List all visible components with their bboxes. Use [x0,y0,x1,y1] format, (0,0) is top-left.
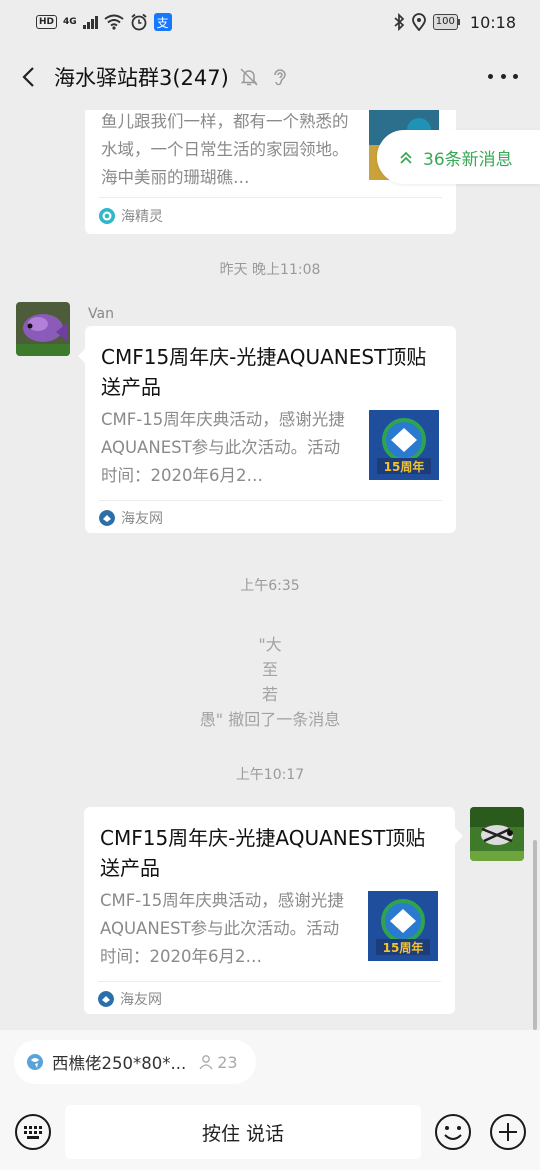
card-divider [99,197,442,198]
input-bar: 按住 说话 [0,1092,540,1170]
card-title: CMF15周年庆-光捷AQUANEST顶贴送产品 [100,826,426,880]
double-chevron-up-icon [400,151,412,164]
quote-bar: 西樵佬250*80*... 23 [0,1030,540,1092]
recall-line: 愚" 撤回了一条消息 [199,710,341,729]
timestamp: 上午10:17 [235,767,305,783]
hold-to-talk-button[interactable]: 按住 说话 [65,1105,421,1159]
status-bar: HD 4G 支 100 10:18 [0,0,540,44]
new-messages-label: 36条新消息 [423,149,513,170]
recall-line: "大 [258,635,282,654]
keyboard-icon[interactable] [14,1113,52,1151]
thumb-caption: 15周年 [384,459,425,474]
location-icon [411,13,426,31]
timestamp: 昨天 晚上11:08 [219,262,321,278]
member-count: 23 [198,1052,238,1072]
quoted-message-chip[interactable]: 西樵佬250*80*... 23 [14,1040,256,1084]
recall-line: 若 [261,685,278,704]
person-icon [199,1055,213,1070]
card-description: CMF-15周年庆典活动，感谢光捷AQUANEST参与此次活动。活动时间：202… [100,891,344,966]
clock: 10:18 [469,12,516,32]
mute-bell-icon [240,68,258,86]
card-description: CMF-15周年庆典活动，感谢光捷AQUANEST参与此次活动。活动时间：202… [101,410,345,485]
card-source-name: 海精灵 [121,209,163,225]
timestamp: 上午6:35 [240,578,300,594]
card-thumbnail: 15周年 [369,410,439,480]
sender-name: Van [88,306,114,322]
recall-line: 至 [261,660,278,679]
bubble-tail [455,828,463,844]
thumb-caption: 15周年 [383,940,424,955]
emoji-icon[interactable] [434,1113,472,1151]
alipay-icon: 支 [153,13,172,31]
back-arrow-icon[interactable] [18,65,42,89]
hd-badge: HD [36,15,58,29]
plus-icon[interactable] [489,1113,527,1151]
battery-icon: 100 [432,14,460,30]
haiyouwang-site-icon [98,991,114,1007]
network-type: 4G [63,17,77,27]
haijingling-app-icon [99,208,115,224]
scrollbar[interactable] [533,840,537,1030]
chat-title: 海水驿站群3(247) [54,66,229,90]
earpiece-mode-icon [274,69,286,86]
status-left: HD 4G 支 [36,13,172,31]
new-messages-button[interactable]: 36条新消息 [377,130,540,184]
card-source-name: 海友网 [121,511,163,527]
card-source: 海友网 [99,508,163,528]
quoted-text: 西樵佬250*80*... [52,1054,187,1073]
card-source: 海友网 [98,989,162,1009]
card-source-name: 海友网 [120,992,162,1008]
link-card-message[interactable]: CMF15周年庆-光捷AQUANEST顶贴送产品 CMF-15周年庆典活动，感谢… [85,326,456,533]
chat-header: 海水驿站群3(247) [0,44,540,110]
card-divider [99,500,442,501]
card-thumbnail: 15周年 [368,891,438,961]
more-options-icon[interactable] [488,66,518,86]
card-source: 海精灵 [99,206,163,226]
card-divider [98,981,441,982]
speech-bubble-icon [27,1054,43,1070]
card-description: 鱼儿跟我们一样，都有一个熟悉的水域，一个日常生活的家园领地。海中美丽的珊瑚礁… [101,112,349,187]
card-title: CMF15周年庆-光捷AQUANEST顶贴送产品 [101,345,427,399]
avatar-van[interactable] [16,302,70,356]
link-card-message[interactable]: CMF15周年庆-光捷AQUANEST顶贴送产品 CMF-15周年庆典活动，感谢… [84,807,455,1014]
message-list[interactable]: 鱼儿跟我们一样，都有一个熟悉的水域，一个日常生活的家园领地。海中美丽的珊瑚礁… … [0,110,540,1030]
bluetooth-icon [394,13,405,31]
haiyouwang-site-icon [99,510,115,526]
status-right: 100 10:18 [393,13,516,32]
avatar-self[interactable] [470,807,524,861]
wifi-icon [104,14,124,30]
signal-icon [82,15,98,29]
alarm-icon [131,13,147,31]
recall-notice: "大 至 若 愚" 撤回了一条消息 [0,632,540,732]
member-count-value: 23 [217,1052,238,1072]
battery-level: 100 [432,14,458,30]
